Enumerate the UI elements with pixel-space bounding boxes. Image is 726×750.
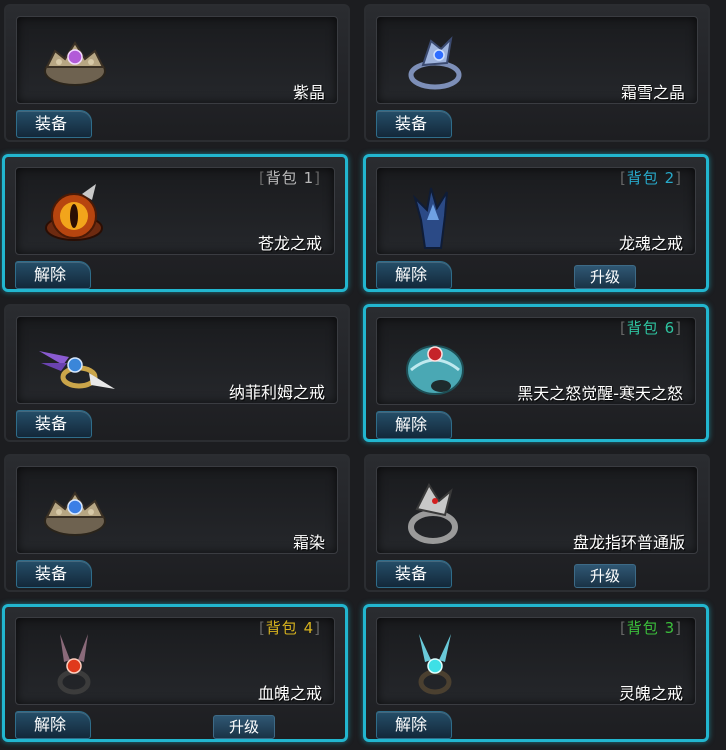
item-name: 纳菲利姆之戒 [228, 383, 325, 402]
item-slot: 盘龙指环普通版 [376, 466, 698, 554]
item-card[interactable]: 盘龙指环普通版 装备 升级 [364, 454, 710, 592]
bag-label: 背包 [626, 169, 659, 187]
bag-tag: [背包 4] [258, 619, 321, 637]
bag-number: 1 [303, 169, 315, 187]
item-name: 紫晶 [292, 83, 325, 102]
unequip-button[interactable]: 解除 [376, 261, 452, 289]
bag-label: 背包 [265, 169, 298, 187]
item-card[interactable]: 纳菲利姆之戒 装备 [4, 304, 350, 442]
bag-tag: [背包 1] [258, 169, 321, 187]
bag-label: 背包 [626, 619, 659, 637]
equip-button[interactable]: 装备 [376, 560, 452, 588]
item-slot: 紫晶 [16, 16, 338, 104]
equip-button[interactable]: 装备 [376, 110, 452, 138]
item-name: 灵魄之戒 [618, 684, 683, 703]
bag-label: 背包 [626, 319, 659, 337]
item-card[interactable]: 血魄之戒 [背包 4] 解除 升级 [2, 604, 348, 742]
frost-ring-icon [408, 36, 462, 90]
winged-ring-icon [39, 351, 115, 389]
item-slot: 霜染 [16, 466, 338, 554]
unequip-button[interactable]: 解除 [15, 711, 91, 739]
item-card[interactable]: 紫晶 装备 [4, 4, 350, 142]
bag-tag: [背包 3] [619, 619, 682, 637]
item-name: 霜雪之晶 [620, 83, 685, 102]
bag-number: 4 [303, 619, 315, 637]
upgrade-button[interactable]: 升级 [574, 265, 636, 289]
item-card[interactable]: 灵魄之戒 [背包 3] 解除 [363, 604, 709, 742]
upgrade-button[interactable]: 升级 [574, 564, 636, 588]
blue-claw-ring-icon [413, 187, 448, 249]
item-card[interactable]: 霜雪之晶 装备 [364, 4, 710, 142]
bag-number: 2 [664, 169, 676, 187]
bag-number: 3 [664, 619, 676, 637]
bag-tag: [背包 6] [619, 319, 682, 337]
crown-ring-purple-icon [44, 41, 106, 86]
item-slot: 纳菲利姆之戒 [16, 316, 338, 404]
unequip-button[interactable]: 解除 [376, 411, 452, 439]
item-card[interactable]: 黑天之怒觉醒-寒天之怒 [背包 6] 解除 [363, 304, 709, 442]
item-name: 苍龙之戒 [257, 234, 322, 253]
equip-button[interactable]: 装备 [16, 560, 92, 588]
item-slot: 霜雪之晶 [376, 16, 698, 104]
cyan-gem-ring-icon [418, 634, 452, 695]
item-card[interactable]: 龙魂之戒 [背包 2] 解除 升级 [363, 154, 709, 292]
equip-button[interactable]: 装备 [16, 110, 92, 138]
item-name: 龙魂之戒 [618, 234, 683, 253]
item-name: 霜染 [292, 533, 325, 552]
red-gem-ring-icon [57, 634, 91, 695]
item-name: 黑天之怒觉醒-寒天之怒 [517, 384, 683, 403]
unequip-button[interactable]: 解除 [15, 261, 91, 289]
ice-orb-ring-icon [406, 345, 464, 395]
unequip-button[interactable]: 解除 [376, 711, 452, 739]
bag-label: 背包 [265, 619, 298, 637]
upgrade-button[interactable]: 升级 [213, 715, 275, 739]
item-name: 血魄之戒 [257, 684, 322, 703]
equip-button[interactable]: 装备 [16, 410, 92, 438]
item-card[interactable]: 霜染 装备 [4, 454, 350, 592]
silver-dragon-ring-icon [408, 482, 458, 544]
dragon-eye-ring-icon [45, 184, 103, 241]
bag-number: 6 [664, 319, 676, 337]
crown-ring-blue-icon [44, 491, 106, 536]
item-name: 盘龙指环普通版 [572, 533, 685, 552]
item-card[interactable]: 苍龙之戒 [背包 1] 解除 [2, 154, 348, 292]
bag-tag: [背包 2] [619, 169, 682, 187]
